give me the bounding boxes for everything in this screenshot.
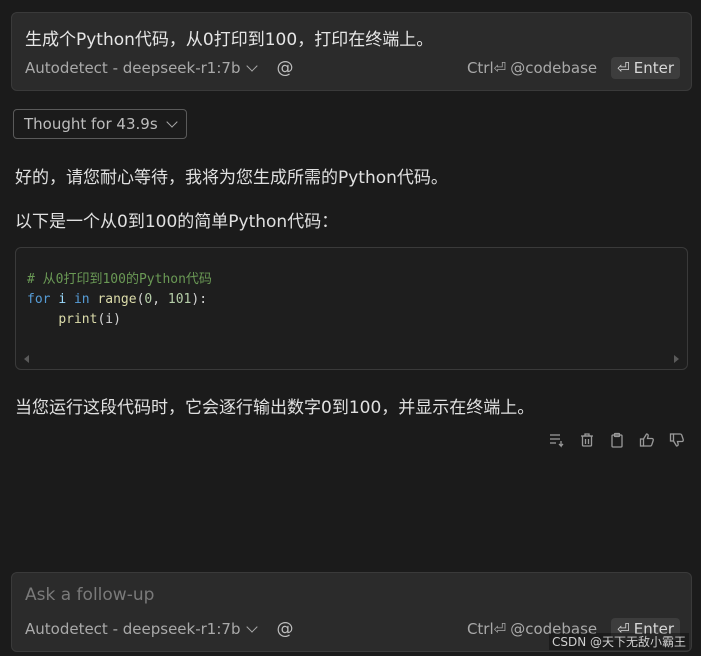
insert-list-icon[interactable] (548, 431, 566, 449)
chevron-down-icon (246, 60, 259, 72)
message-actions (548, 431, 686, 449)
response-outro: 当您运行这段代码时，它会逐行输出数字0到100，并显示在终端上。 (15, 398, 535, 418)
chevron-down-icon (246, 621, 259, 633)
code-var: i (58, 292, 67, 307)
scroll-left-icon[interactable] (24, 355, 29, 363)
code-number: 101 (167, 292, 192, 307)
clipboard-icon[interactable] (608, 431, 626, 449)
followup-input[interactable]: Ask a follow-up (25, 585, 154, 605)
enter-label: Enter (633, 59, 674, 77)
enter-icon: ⏎ (617, 59, 630, 77)
model-select[interactable]: Autodetect - deepseek-r1:7b (25, 59, 259, 77)
model-label: Autodetect - deepseek-r1:7b (25, 620, 241, 638)
enter-button[interactable]: ⏎ Enter (611, 57, 680, 79)
response-intro: 好的，请您耐心等待，我将为您生成所需的Python代码。 (15, 168, 448, 188)
at-icon[interactable]: @ (276, 619, 293, 639)
code-keyword: for (27, 292, 51, 307)
code-block[interactable]: # 从0打印到100的Python代码 for i in range(0, 10… (15, 247, 688, 370)
thumbs-down-icon[interactable] (668, 431, 686, 449)
thought-toggle[interactable]: Thought for 43.9s (13, 109, 187, 139)
code-content: # 从0打印到100的Python代码 for i in range(0, 10… (27, 270, 212, 330)
ctrl-enter-hint[interactable]: Ctrl⏎ (467, 59, 506, 77)
watermark: CSDN @天下无敌小霸王 (548, 633, 689, 650)
code-punct: ): (191, 292, 208, 307)
model-label: Autodetect - deepseek-r1:7b (25, 59, 241, 77)
code-function: print (58, 312, 98, 327)
prompt-toolbar: Autodetect - deepseek-r1:7b @ Ctrl⏎ @cod… (25, 56, 680, 80)
ctrl-enter-hint[interactable]: Ctrl⏎ (467, 620, 506, 638)
code-keyword: in (73, 292, 90, 307)
thought-label: Thought for 43.9s (24, 115, 158, 133)
code-function: range (97, 292, 137, 307)
chevron-down-icon (165, 116, 178, 128)
code-comment: # 从0打印到100的Python代码 (27, 272, 212, 287)
codebase-hint[interactable]: @codebase (510, 59, 597, 77)
at-icon[interactable]: @ (276, 58, 293, 78)
scroll-right-icon[interactable] (674, 355, 679, 363)
prompt-text[interactable]: 生成个Python代码，从0打印到100，打印在终端上。 (25, 25, 433, 50)
code-args: (i) (97, 312, 121, 327)
prompt-panel[interactable]: 生成个Python代码，从0打印到100，打印在终端上。 Autodetect … (11, 12, 692, 91)
thumbs-up-icon[interactable] (638, 431, 656, 449)
trash-icon[interactable] (578, 431, 596, 449)
response-lead: 以下是一个从0到100的简单Python代码： (15, 212, 339, 232)
code-punct: , (152, 292, 168, 307)
model-select[interactable]: Autodetect - deepseek-r1:7b (25, 620, 259, 638)
